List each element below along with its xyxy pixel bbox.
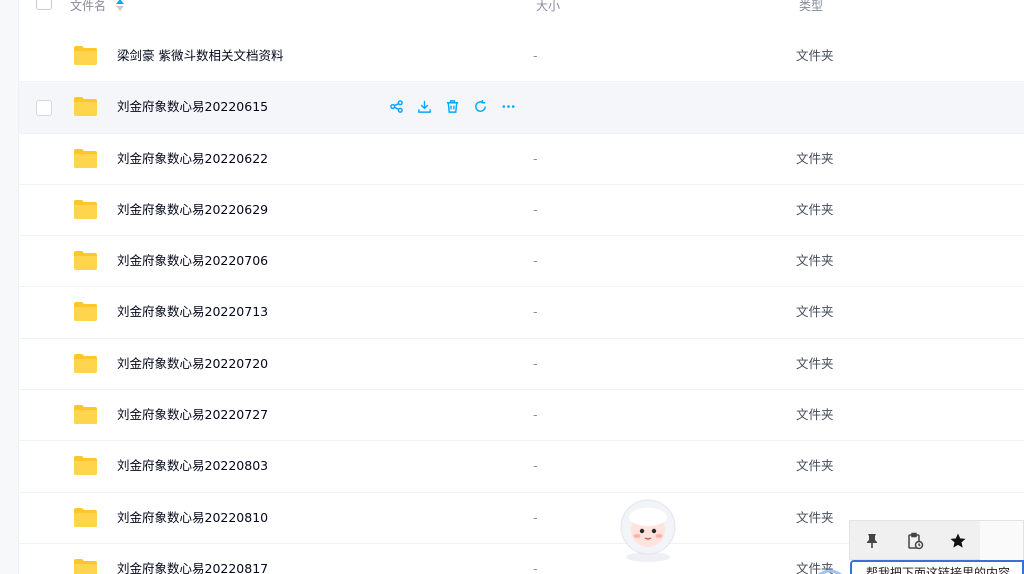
pin-button[interactable] — [850, 521, 893, 561]
folder-icon — [74, 456, 97, 476]
clipboard-history-icon — [908, 532, 924, 550]
decorative-arc — [818, 569, 842, 574]
download-icon — [418, 101, 431, 114]
file-row[interactable]: 刘金府象数心易20220720 - 文件夹 — [19, 339, 1024, 391]
file-type: 文件夹 — [796, 355, 834, 371]
file-name[interactable]: 刘金府象数心易20220817 — [117, 561, 268, 574]
file-type: 文件夹 — [796, 458, 834, 474]
file-row[interactable]: 刘金府象数心易20220629 - 文件夹 — [19, 185, 1024, 237]
file-list-header: 文件名 大小 类型 — [19, 0, 1024, 14]
file-name[interactable]: 刘金府象数心易20220810 — [117, 510, 268, 526]
file-size: - — [533, 560, 538, 574]
file-size: - — [533, 509, 538, 525]
column-header-name[interactable]: 文件名 — [70, 0, 106, 13]
sidebar-edge — [0, 0, 19, 574]
folder-icon — [74, 46, 97, 65]
delete-button[interactable] — [444, 98, 461, 115]
file-name[interactable]: 刘金府象数心易20220720 — [117, 356, 268, 372]
file-name[interactable]: 刘金府象数心易20220622 — [117, 151, 268, 167]
more-icon — [502, 105, 515, 109]
folder-icon — [74, 302, 97, 322]
file-row-hovered[interactable]: 刘金府象数心易20220615 — [19, 82, 1024, 134]
file-name[interactable]: 刘金府象数心易20220615 — [117, 99, 268, 115]
file-type: 文件夹 — [796, 304, 834, 320]
file-size: - — [533, 48, 538, 63]
column-header-type[interactable]: 类型 — [799, 0, 823, 13]
refresh-button[interactable] — [472, 98, 489, 115]
file-row[interactable]: 刘金府象数心易20220727 - 文件夹 — [19, 390, 1024, 442]
file-size: - — [533, 150, 538, 166]
more-button[interactable] — [500, 98, 517, 115]
folder-icon — [74, 251, 97, 271]
file-name[interactable]: 刘金府象数心易20220713 — [117, 304, 268, 320]
clipboard-history-button[interactable] — [893, 521, 936, 561]
delete-icon — [446, 100, 459, 114]
assistant-prompt-input[interactable]: 帮我把下面这链接里的内容 — [850, 560, 1024, 574]
folder-icon — [74, 148, 97, 168]
star-button[interactable] — [937, 521, 980, 561]
column-header-size[interactable]: 大小 — [536, 0, 560, 13]
file-size: - — [533, 253, 538, 269]
refresh-icon — [475, 100, 486, 113]
row-actions — [388, 98, 517, 116]
select-all-checkbox[interactable] — [36, 0, 52, 10]
file-type: 文件夹 — [796, 407, 834, 423]
star-icon — [950, 533, 966, 548]
file-row[interactable]: 刘金府象数心易20220713 - 文件夹 — [19, 287, 1024, 339]
row-checkbox[interactable] — [36, 100, 52, 117]
folder-icon — [74, 507, 97, 527]
file-size: - — [533, 201, 538, 217]
file-type: 文件夹 — [796, 48, 834, 63]
file-size: - — [533, 355, 538, 371]
file-size: - — [533, 304, 538, 320]
file-row[interactable]: 梁剑豪 紫微斗数相关文档资料 - 文件夹 — [19, 31, 1024, 83]
folder-icon — [74, 558, 97, 574]
file-size: - — [533, 407, 538, 423]
share-icon — [390, 100, 403, 114]
file-name[interactable]: 刘金府象数心易20220629 — [117, 202, 268, 218]
file-row[interactable]: 刘金府象数心易20220706 - 文件夹 — [19, 236, 1024, 288]
file-name[interactable]: 刘金府象数心易20220727 — [117, 407, 268, 423]
file-size: - — [533, 458, 538, 474]
file-row[interactable]: 刘金府象数心易20220803 - 文件夹 — [19, 441, 1024, 493]
file-type: 文件夹 — [796, 253, 834, 269]
file-row[interactable]: 刘金府象数心易20220622 - 文件夹 — [19, 134, 1024, 185]
file-type: 文件夹 — [796, 150, 834, 166]
file-name[interactable]: 刘金府象数心易20220706 — [117, 253, 268, 269]
file-type: 文件夹 — [796, 201, 834, 217]
folder-icon — [74, 405, 97, 425]
sort-ascending-icon[interactable] — [115, 0, 125, 12]
folder-icon — [74, 199, 97, 219]
folder-icon — [74, 97, 97, 117]
share-button[interactable] — [388, 98, 405, 115]
folder-icon — [74, 353, 97, 373]
assistant-mascot-icon[interactable] — [613, 497, 683, 563]
file-name[interactable]: 刘金府象数心易20220803 — [117, 458, 268, 474]
floating-toolbar — [849, 520, 1024, 561]
pin-icon — [866, 534, 877, 548]
toolbar-blank-button[interactable] — [979, 521, 1023, 561]
file-list: 梁剑豪 紫微斗数相关文档资料 - 文件夹 刘金府象数心易20220615 刘金府… — [19, 31, 1024, 574]
file-name[interactable]: 梁剑豪 紫微斗数相关文档资料 — [117, 48, 283, 64]
file-type: 文件夹 — [796, 509, 834, 525]
download-button[interactable] — [416, 98, 433, 115]
